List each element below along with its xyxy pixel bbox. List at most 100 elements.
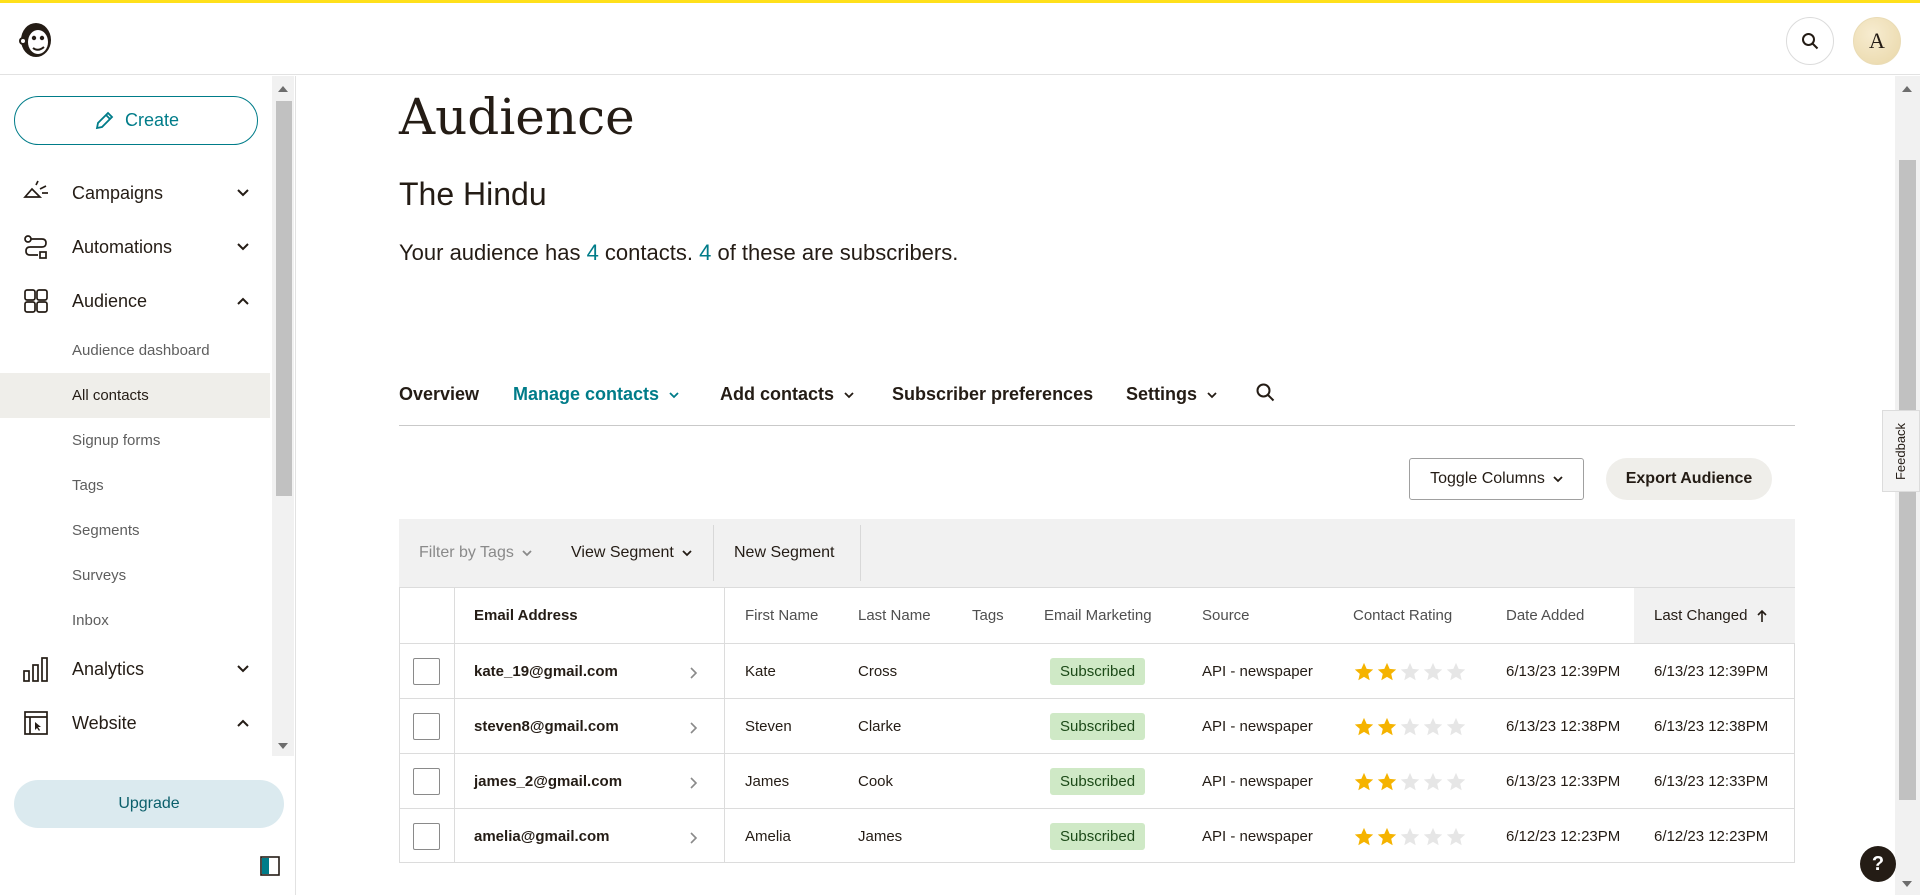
global-search-button[interactable] (1786, 17, 1834, 65)
chevron-right-icon[interactable] (690, 667, 698, 679)
sidebar-item-label: Audience (72, 290, 148, 311)
sidebar-item-label: Automations (72, 236, 173, 257)
status-badge: Subscribed (1050, 713, 1146, 740)
last-name-cell: Clarke (858, 718, 902, 735)
megaphone-icon (23, 180, 48, 198)
sidebar-item-audience[interactable]: Audience (0, 274, 270, 328)
tab-search-button[interactable] (1255, 382, 1275, 402)
table-row[interactable]: james_2@gmail.com James Cook Subscribed API … (400, 753, 1794, 808)
row-checkbox[interactable] (413, 713, 440, 740)
star-icon (1446, 827, 1466, 845)
star-icon (1377, 662, 1397, 680)
create-button[interactable]: Create (14, 96, 258, 145)
chevron-right-icon[interactable] (690, 777, 698, 789)
sidebar-subitem-inbox[interactable]: Inbox (0, 598, 270, 643)
scroll-down-arrow-icon[interactable] (277, 741, 289, 751)
table-row[interactable]: kate_19@gmail.com Kate Cross Subscribed API … (400, 643, 1794, 698)
feedback-tab[interactable]: Feedback (1882, 410, 1920, 492)
upgrade-button[interactable]: Upgrade (14, 780, 284, 828)
mailchimp-logo-icon[interactable] (14, 17, 58, 61)
header-date-added[interactable]: Date Added (1506, 588, 1584, 643)
header-contact-rating[interactable]: Contact Rating (1353, 588, 1452, 643)
sidebar-subitem-tags[interactable]: Tags (0, 463, 270, 508)
scroll-down-arrow-icon[interactable] (1901, 879, 1913, 889)
table-row[interactable]: amelia@gmail.com Amelia James Subscribed API… (400, 808, 1794, 863)
sidebar-item-website[interactable]: Website (0, 696, 270, 750)
sidebar-subitem-signup-forms[interactable]: Signup forms (0, 418, 270, 463)
tab-subscriber-preferences[interactable]: Subscriber preferences (892, 384, 1093, 405)
star-icon (1423, 662, 1443, 680)
contact-rating-cell (1353, 754, 1467, 809)
chevron-right-icon[interactable] (690, 722, 698, 734)
last-changed-cell: 6/12/23 12:23PM (1654, 828, 1769, 845)
star-icon (1400, 772, 1420, 790)
header-source[interactable]: Source (1202, 588, 1250, 643)
subscribers-count-link[interactable]: 4 (699, 240, 711, 265)
date-added-cell: 6/12/23 12:23PM (1506, 828, 1621, 845)
view-segment-dropdown[interactable]: View Segment (571, 519, 692, 587)
chevron-down-icon (1553, 476, 1563, 483)
email-link[interactable]: james_2@gmail.com (474, 754, 622, 809)
scroll-up-arrow-icon[interactable] (1901, 84, 1913, 94)
status-badge: Subscribed (1050, 823, 1146, 850)
header-last-changed[interactable]: Last Changed (1634, 588, 1795, 643)
email-link[interactable]: kate_19@gmail.com (474, 644, 618, 699)
tab-settings[interactable]: Settings (1126, 384, 1217, 405)
table-row[interactable]: steven8@gmail.com Steven Clarke Subscribed A… (400, 698, 1794, 753)
row-checkbox[interactable] (413, 823, 440, 850)
source-cell: API - newspaper (1202, 663, 1313, 680)
sidebar-item-label: Campaigns (72, 182, 164, 203)
view-segment-label: View Segment (571, 544, 674, 561)
chevron-down-icon (237, 243, 249, 251)
email-link[interactable]: steven8@gmail.com (474, 699, 619, 754)
sidebar-scrollbar-thumb[interactable] (276, 101, 292, 496)
sidebar-subitem-segments[interactable]: Segments (0, 508, 270, 553)
sidebar-item-analytics[interactable]: Analytics (0, 642, 270, 696)
row-checkbox[interactable] (413, 768, 440, 795)
tab-overview[interactable]: Overview (399, 384, 479, 405)
filter-bar: Filter by Tags View Segment New Segment (399, 519, 1795, 587)
star-icon (1446, 717, 1466, 735)
sidebar-item-campaigns[interactable]: Campaigns (0, 166, 270, 220)
collapse-sidebar-icon[interactable] (260, 856, 280, 876)
header-first-name[interactable]: First Name (745, 588, 818, 643)
filter-by-tags-dropdown[interactable]: Filter by Tags (419, 519, 532, 587)
header-email-marketing[interactable]: Email Marketing (1044, 588, 1152, 643)
contacts-table: Email Address First Name Last Name Tags … (399, 587, 1795, 863)
sidebar-subitem-surveys[interactable]: Surveys (0, 553, 270, 598)
sidebar-subitem-audience-dashboard[interactable]: Audience dashboard (0, 328, 270, 373)
star-icon (1354, 827, 1374, 845)
sidebar-subitem-all-contacts[interactable]: All contacts (0, 373, 270, 418)
star-icon (1423, 772, 1443, 790)
summary-middle: contacts. (598, 240, 700, 265)
new-segment-button[interactable]: New Segment (734, 519, 835, 587)
user-avatar[interactable]: A (1853, 17, 1901, 65)
row-checkbox[interactable] (413, 658, 440, 685)
toggle-columns-button[interactable]: Toggle Columns (1409, 458, 1584, 500)
tab-manage-contacts[interactable]: Manage contacts (513, 384, 679, 405)
header-email-address[interactable]: Email Address (474, 588, 578, 643)
chevron-down-icon (1207, 391, 1217, 398)
chevron-right-icon[interactable] (690, 832, 698, 844)
sidebar-item-automations[interactable]: Automations (0, 220, 270, 274)
header-last-name[interactable]: Last Name (858, 588, 931, 643)
chevron-down-icon (237, 665, 249, 673)
first-name-cell: Amelia (745, 828, 791, 845)
chevron-down-icon (237, 189, 249, 197)
audience-summary: Your audience has 4 contacts. 4 of these… (399, 240, 958, 266)
help-button[interactable]: ? (1860, 846, 1896, 882)
feedback-label: Feedback (1893, 422, 1909, 480)
export-audience-button[interactable]: Export Audience (1606, 458, 1772, 500)
scroll-up-arrow-icon[interactable] (277, 84, 289, 94)
page-title: Audience (399, 88, 635, 146)
chevron-up-icon (237, 297, 249, 305)
source-cell: API - newspaper (1202, 718, 1313, 735)
filter-divider (713, 525, 714, 581)
tab-add-contacts[interactable]: Add contacts (720, 384, 854, 405)
contacts-count-link[interactable]: 4 (587, 240, 599, 265)
pencil-icon (95, 111, 114, 129)
header-tags[interactable]: Tags (972, 588, 1004, 643)
email-link[interactable]: amelia@gmail.com (474, 809, 610, 864)
date-added-cell: 6/13/23 12:38PM (1506, 718, 1621, 735)
last-changed-cell: 6/13/23 12:33PM (1654, 773, 1769, 790)
